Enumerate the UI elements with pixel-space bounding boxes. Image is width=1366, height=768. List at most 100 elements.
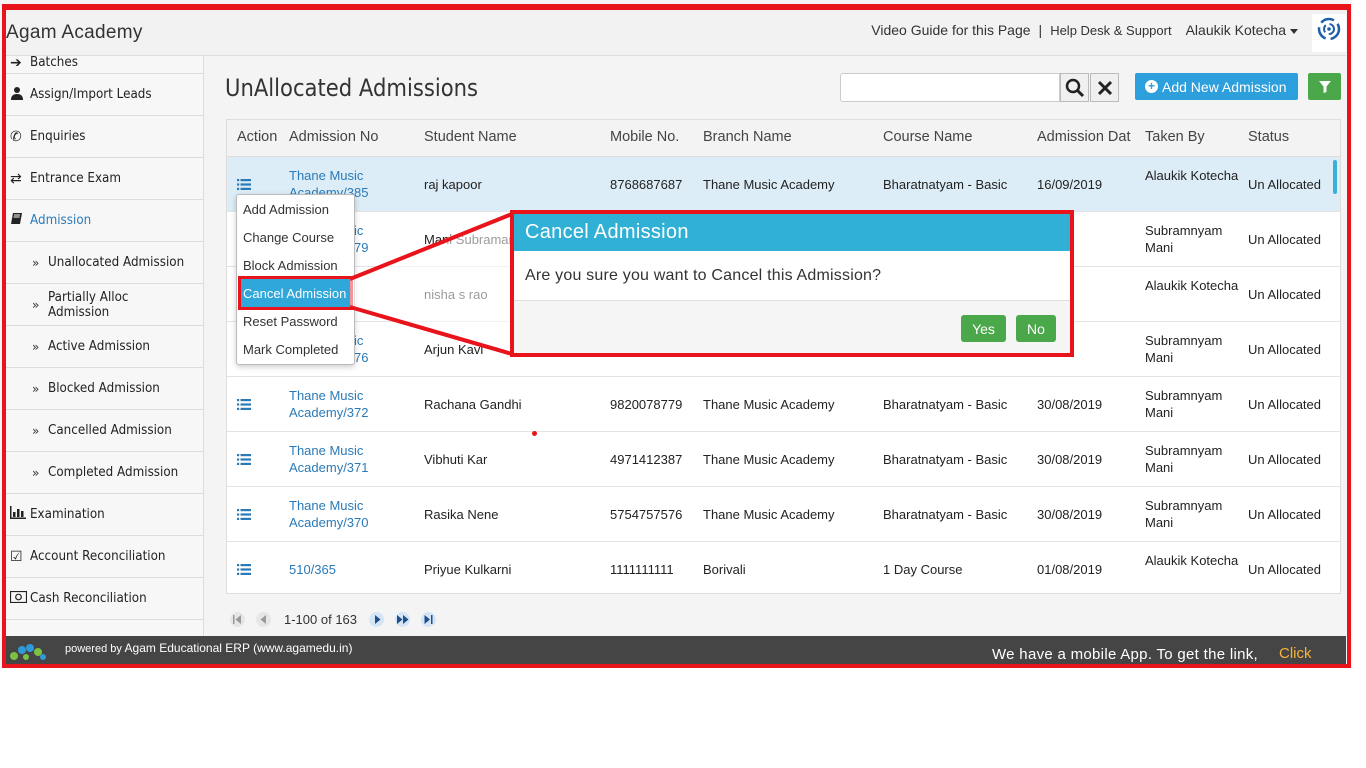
- column-header-admission-no[interactable]: Admission No: [289, 129, 378, 145]
- dialog-footer: Yes No: [514, 301, 1070, 353]
- fast-forward-button[interactable]: [395, 611, 411, 627]
- sidebar-item-cash-reconciliation[interactable]: Cash Reconciliation: [6, 578, 203, 620]
- sidebar-item-label: Active Admission: [48, 339, 151, 354]
- dialog-message: Are you sure you want to Cancel this Adm…: [514, 251, 1070, 301]
- column-header-course[interactable]: Course Name: [883, 129, 972, 145]
- sidebar-item-label: Cancelled Admission: [48, 423, 172, 438]
- sidebar-item-label: Unallocated Admission: [48, 255, 185, 270]
- fast-forward-icon: [396, 614, 409, 624]
- clear-search-button[interactable]: [1090, 73, 1119, 102]
- brand-title[interactable]: Agam Academy: [6, 22, 143, 44]
- user-name: Alaukik Kotecha: [1185, 22, 1286, 38]
- sidebar-item-unallocated-admission[interactable]: » Unallocated Admission: [6, 242, 203, 284]
- column-header-branch[interactable]: Branch Name: [703, 129, 792, 145]
- menu-item-block-admission[interactable]: Block Admission: [237, 251, 354, 279]
- row-action-menu: Add Admission Change Course Block Admiss…: [236, 194, 355, 365]
- sidebar-item-account-reconciliation[interactable]: ☑ Account Reconciliation: [6, 536, 203, 578]
- yes-button[interactable]: Yes: [961, 315, 1006, 342]
- company-logo: [1312, 14, 1346, 52]
- menu-item-add-admission[interactable]: Add Admission: [237, 195, 354, 223]
- dialog-title: Cancel Admission: [514, 214, 1070, 251]
- column-header-admission-date[interactable]: Admission Dat: [1037, 129, 1137, 145]
- sidebar-item-batches[interactable]: ➔ Batches: [6, 56, 203, 74]
- user-menu[interactable]: Alaukik Kotecha: [1186, 22, 1298, 38]
- powered-by-name[interactable]: Agam Educational ERP (www.agamedu.in): [125, 641, 353, 655]
- sidebar-item-admission[interactable]: Admission: [6, 200, 203, 242]
- table-row[interactable]: Thane Music Academy/371 Vibhuti Kar 497141…: [227, 432, 1340, 487]
- sidebar-item-cancelled-admission[interactable]: » Cancelled Admission: [6, 410, 203, 452]
- branch-cell: Thane Music Academy: [703, 452, 835, 467]
- money-icon: [9, 590, 30, 607]
- filter-button[interactable]: [1308, 73, 1341, 100]
- search-button[interactable]: [1060, 73, 1089, 102]
- search-input[interactable]: [840, 73, 1060, 102]
- sidebar-item-label: Batches: [30, 56, 78, 70]
- close-icon: [1097, 80, 1112, 95]
- column-header-status[interactable]: Status: [1248, 129, 1289, 145]
- status-cell: Un Allocated: [1248, 232, 1321, 247]
- bar-chart-icon: [10, 506, 30, 523]
- menu-item-mark-completed[interactable]: Mark Completed: [237, 335, 354, 363]
- menu-item-reset-password[interactable]: Reset Password: [237, 307, 354, 335]
- phone-icon: ✆: [10, 128, 22, 145]
- admission-no-link[interactable]: 510/365: [289, 561, 336, 578]
- taken-by-cell: Subramnyam Mani: [1145, 333, 1223, 365]
- add-new-admission-button[interactable]: + Add New Admission: [1135, 73, 1298, 100]
- sidebar-item-label: Cash Reconciliation: [30, 591, 147, 606]
- prev-page-button[interactable]: [256, 611, 271, 627]
- sidebar-item-assign-leads[interactable]: Assign/Import Leads: [6, 74, 203, 116]
- sidebar-item-active-admission[interactable]: » Active Admission: [6, 326, 203, 368]
- sidebar-item-entrance-exam[interactable]: ⇄ Entrance Exam: [6, 158, 203, 200]
- column-header-action[interactable]: Action: [237, 129, 277, 145]
- video-guide-link[interactable]: Video Guide for this Page: [871, 22, 1030, 38]
- column-header-mobile[interactable]: Mobile No.: [610, 129, 679, 145]
- list-menu-icon[interactable]: [237, 564, 251, 575]
- double-chevron-icon: »: [32, 297, 40, 312]
- help-desk-link[interactable]: Help Desk & Support: [1050, 23, 1171, 38]
- taken-by-cell: Subramnyam Mani: [1145, 443, 1223, 475]
- mobile-cell: 9820078779: [610, 397, 683, 412]
- admission-no-link[interactable]: Thane Music Academy/372: [289, 387, 384, 421]
- list-menu-icon[interactable]: [237, 454, 251, 465]
- no-button[interactable]: No: [1016, 315, 1056, 342]
- list-menu-icon[interactable]: [237, 399, 251, 410]
- student-name-cell: Rasika Nene: [424, 507, 499, 522]
- last-page-button[interactable]: [421, 611, 437, 627]
- sidebar-item-partially-alloc-admission[interactable]: » Partially Alloc Admission: [6, 284, 203, 326]
- menu-item-cancel-admission[interactable]: Cancel Admission: [238, 276, 353, 310]
- sidebar-item-label: Enquiries: [30, 129, 86, 144]
- student-name-cell: raj kapoor: [424, 177, 482, 192]
- column-header-taken-by[interactable]: Taken By: [1145, 129, 1205, 145]
- first-page-button[interactable]: [230, 611, 245, 627]
- last-page-icon: [424, 614, 433, 624]
- admission-no-link[interactable]: Thane Music Academy/371: [289, 442, 384, 476]
- table-row[interactable]: Thane Music Academy/370 Rasika Nene 575475…: [227, 487, 1340, 542]
- table-header: Action Admission No Student Name Mobile …: [227, 120, 1340, 157]
- next-page-button[interactable]: [369, 611, 385, 627]
- sidebar-item-examination[interactable]: Examination: [6, 494, 203, 536]
- list-menu-icon[interactable]: [237, 179, 251, 190]
- column-header-student-name[interactable]: Student Name: [424, 129, 517, 145]
- admission-no-link[interactable]: Thane Music Academy/370: [289, 497, 384, 531]
- sidebar-item-blocked-admission[interactable]: » Blocked Admission: [6, 368, 203, 410]
- footer-bar: powered by Agam Educational ERP (www.aga…: [6, 636, 1346, 668]
- table-row[interactable]: Thane Music Academy/372 Rachana Gandhi 982…: [227, 377, 1340, 432]
- mobile-app-text: We have a mobile App. To get the link,: [992, 646, 1259, 663]
- taken-by-cell: Subramnyam Mani: [1145, 223, 1223, 255]
- menu-item-change-course[interactable]: Change Course: [237, 223, 354, 251]
- list-menu-icon[interactable]: [237, 509, 251, 520]
- mobile-cell: 5754757576: [610, 507, 683, 522]
- mobile-cell: 4971412387: [610, 452, 683, 467]
- status-cell: Un Allocated: [1248, 507, 1321, 522]
- table-row[interactable]: 510/365 Priyue Kulkarni 1111111111 Borivali…: [227, 542, 1340, 593]
- page-title: UnAllocated Admissions: [225, 74, 479, 102]
- cancel-admission-dialog: Cancel Admission Are you sure you want t…: [510, 210, 1074, 357]
- click-here-link[interactable]: Click here.: [1279, 645, 1346, 668]
- table-scrollbar[interactable]: [1333, 160, 1337, 194]
- sidebar-item-completed-admission[interactable]: » Completed Admission: [6, 452, 203, 494]
- sidebar-item-enquiries[interactable]: ✆ Enquiries: [6, 116, 203, 158]
- sidebar-item-label: Account Reconciliation: [30, 549, 166, 564]
- search-icon: [1065, 78, 1084, 97]
- table-row[interactable]: Thane Music Academy/385 raj kapoor 8768687…: [227, 157, 1340, 212]
- student-name-cell: Rachana Gandhi: [424, 397, 522, 412]
